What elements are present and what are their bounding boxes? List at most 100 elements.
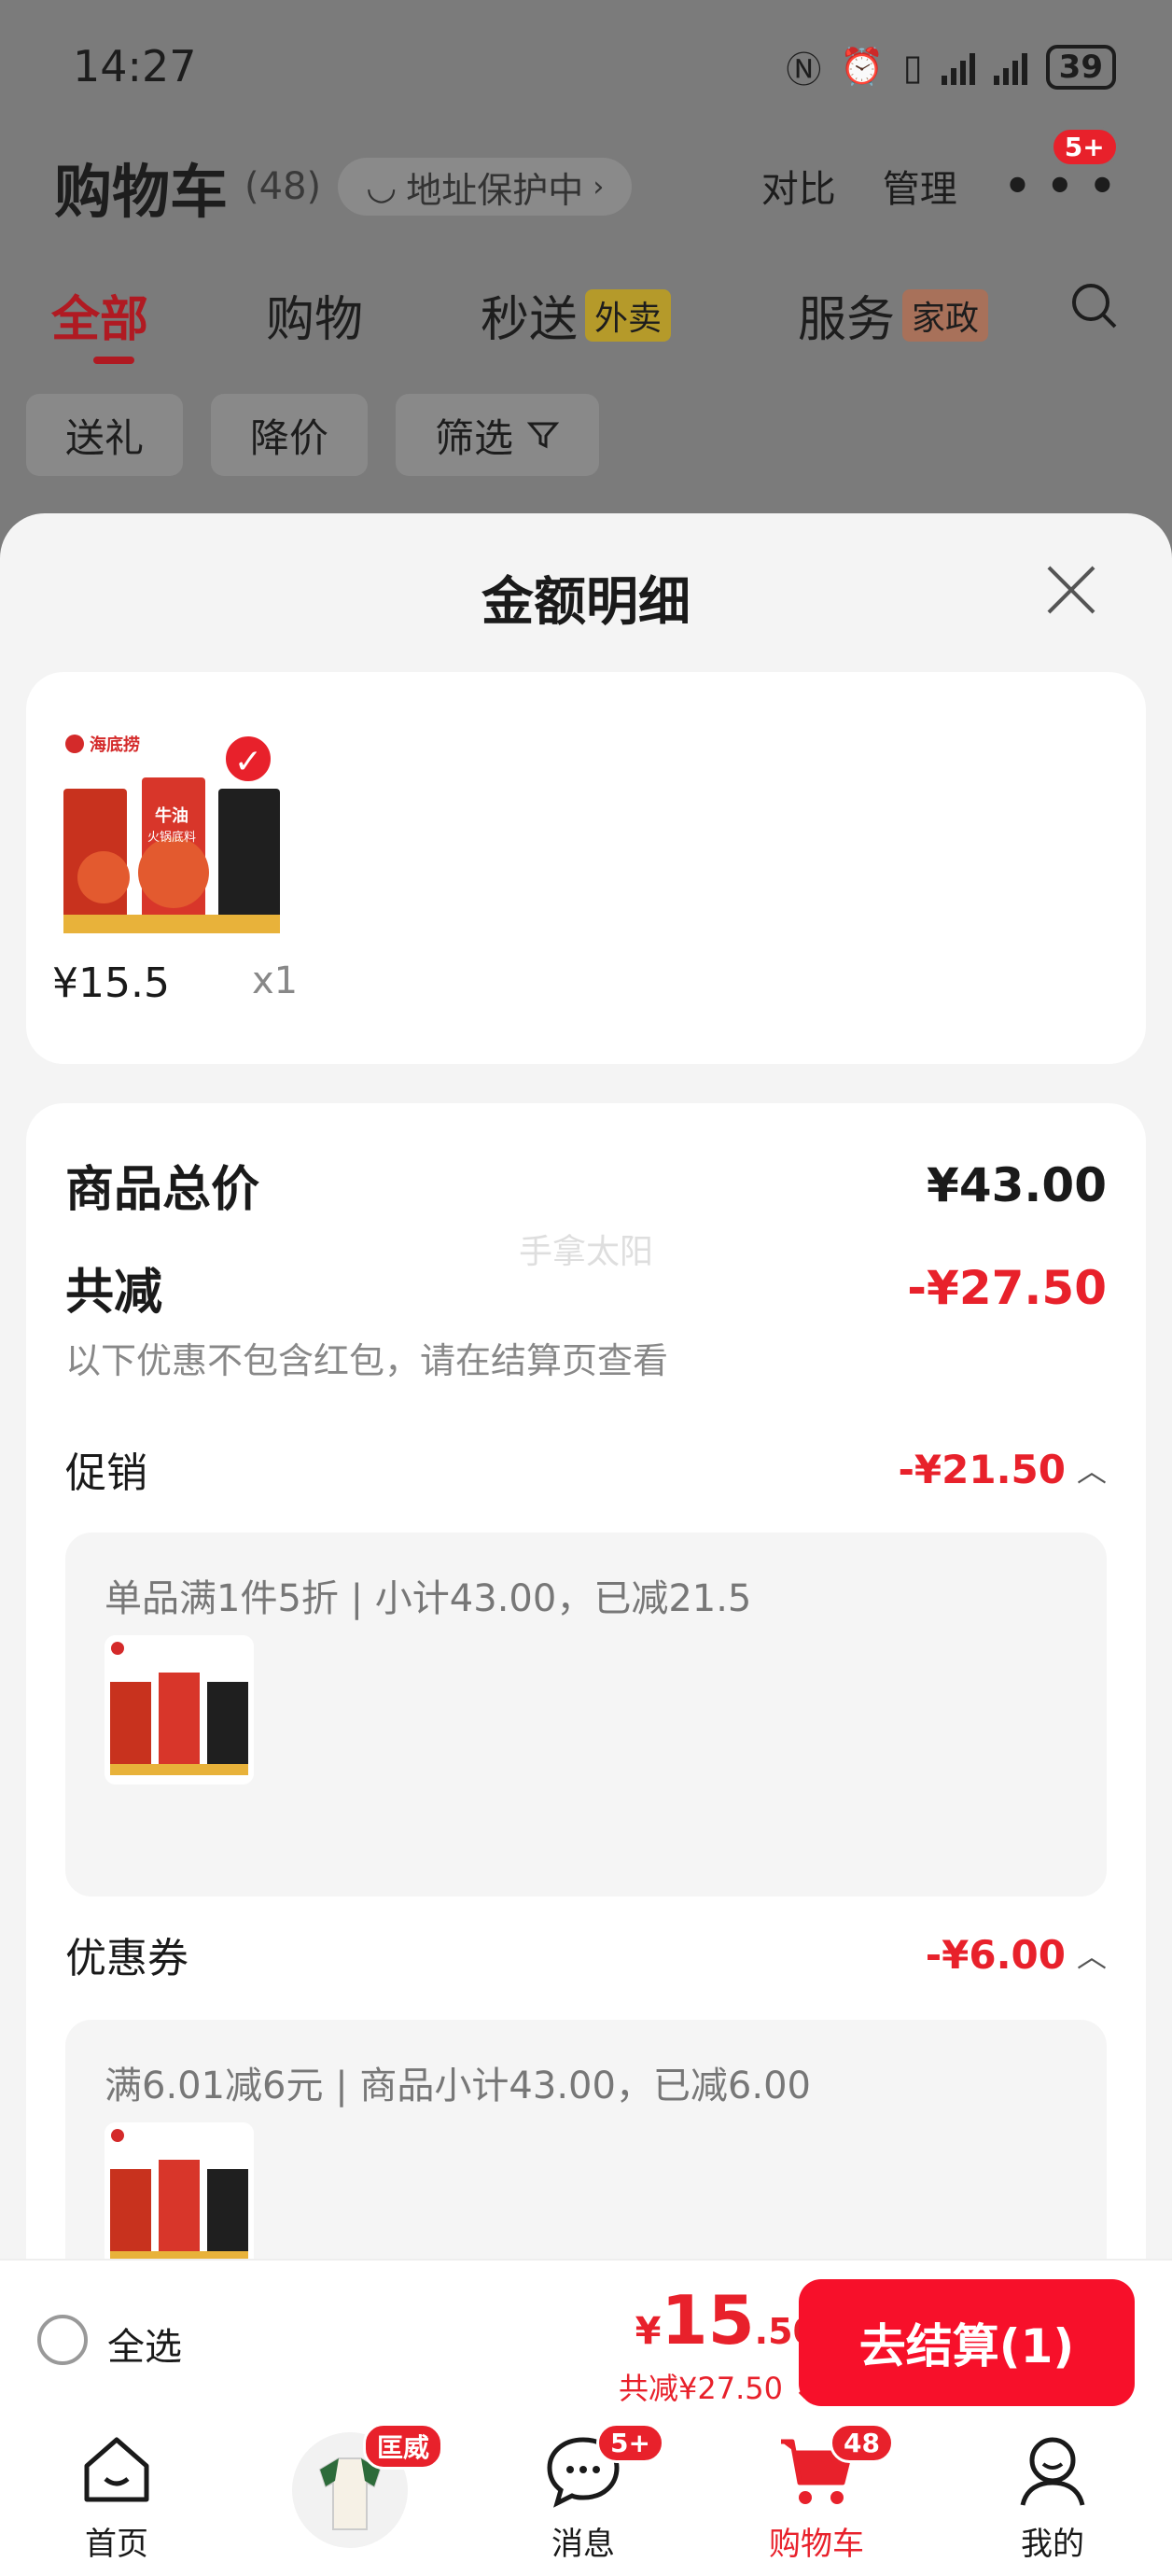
- svg-text:火锅底料: 火锅底料: [147, 830, 196, 845]
- status-time: 14:27: [73, 41, 197, 91]
- profile-icon: [1012, 2429, 1094, 2511]
- address-protection-label: 地址保护中: [406, 169, 584, 211]
- nav-cart-label: 购物车: [769, 2526, 864, 2563]
- filter-price-drop[interactable]: 降价: [211, 394, 369, 476]
- header-actions: 对比 管理 • • • 5+: [761, 127, 1119, 213]
- cart-badge: 48: [830, 2423, 894, 2463]
- more-dots-icon: • • •: [1003, 161, 1116, 211]
- housekeeping-tag: 家政: [902, 288, 989, 342]
- nav-mine-label: 我的: [1021, 2526, 1084, 2563]
- cart-count: (48): [244, 165, 322, 208]
- selected-check-icon[interactable]: ✓: [222, 733, 274, 785]
- tab-shopping[interactable]: 购物: [266, 280, 363, 350]
- promo-product-thumbnail: [105, 1635, 254, 1785]
- promo-value-group: -¥21.50 ︿: [898, 1447, 1107, 1492]
- cart-icon: 48: [775, 2423, 894, 2511]
- signal-icon-2: [993, 49, 1027, 85]
- total-saved-label: 共减¥27.50: [619, 2371, 784, 2406]
- goods-total-value: ¥43.00: [927, 1157, 1107, 1212]
- category-tabs: 全部 购物 秒送 外卖 服务 家政: [51, 280, 1124, 364]
- filter-chips: 送礼 降价 筛选: [26, 394, 600, 476]
- tab-service[interactable]: 服务 家政: [798, 280, 989, 350]
- search-icon[interactable]: [1068, 280, 1121, 332]
- tab-service-label: 服务: [798, 292, 896, 348]
- bottom-nav: 首页 匡威 5+ 消息 48 购物车 我的: [0, 2417, 1172, 2576]
- select-all-radio[interactable]: [37, 2315, 88, 2365]
- ad-product-image: 匡威: [292, 2423, 444, 2548]
- coupon-row[interactable]: 优惠券 -¥6.00 ︿: [65, 1925, 1107, 1984]
- alarm-icon: ⏰: [840, 46, 885, 87]
- status-bar: 14:27 Ⓝ ⏰ ▯ 39: [0, 0, 1172, 131]
- promo-value: -¥21.50: [898, 1446, 1066, 1492]
- filter-label: 筛选: [435, 414, 514, 461]
- select-all-label[interactable]: 全选: [107, 2317, 182, 2371]
- tab-underline: [93, 357, 134, 364]
- filter-button[interactable]: 筛选: [396, 394, 600, 476]
- svg-text:牛油: 牛油: [155, 805, 188, 826]
- tab-all[interactable]: 全部: [51, 280, 148, 350]
- ad-badge: 匡威: [363, 2423, 444, 2470]
- nfc-icon: Ⓝ: [786, 49, 822, 91]
- chevron-up-icon[interactable]: ︿: [1077, 1448, 1107, 1491]
- smile-icon: ◡: [366, 166, 398, 207]
- filter-gift[interactable]: 送礼: [26, 394, 184, 476]
- coupon-label: 优惠券: [65, 1935, 188, 1982]
- total-price: ¥ 15 .50: [619, 2281, 817, 2359]
- coupon-detail-box: 满6.01减6元 | 商品小计43.00，已减6.00: [65, 2020, 1107, 2259]
- total-saved[interactable]: 共减¥27.50 ⌄: [619, 2365, 817, 2408]
- nav-messages-label: 消息: [551, 2526, 615, 2563]
- checkout-button[interactable]: 去结算(1): [799, 2279, 1135, 2406]
- signal-icon: [941, 49, 975, 85]
- messages-badge: 5+: [596, 2423, 664, 2463]
- discount-total-label: 共减: [65, 1265, 163, 1321]
- amount-detail-sheet: 金额明细 海底捞 牛油 火锅底料 ✓ ¥15.5 x1 手拿太阳 商品总价 ¥4…: [0, 513, 1172, 2259]
- nav-mine[interactable]: 我的: [959, 2429, 1146, 2564]
- status-icons: Ⓝ ⏰ ▯ 39: [786, 41, 1116, 92]
- promo-detail-box: 单品满1件5折 | 小计43.00，已减21.5: [65, 1533, 1107, 1897]
- close-icon[interactable]: [1043, 562, 1099, 618]
- promo-row[interactable]: 促销 -¥21.50 ︿: [65, 1439, 1107, 1499]
- tab-flash[interactable]: 秒送 外卖: [481, 280, 672, 350]
- total-block: ¥ 15 .50 共减¥27.50 ⌄: [619, 2281, 817, 2408]
- more-button[interactable]: • • • 5+: [1003, 127, 1119, 211]
- cart-page-background: 14:27 Ⓝ ⏰ ▯ 39 购物车 (48) ◡ 地址保护中 › 对比 管理 …: [0, 0, 1172, 560]
- price-breakdown-card: 手拿太阳 商品总价 ¥43.00 共减 -¥27.50 以下优惠不包含红包，请在…: [26, 1103, 1146, 2259]
- page-title: 购物车: [54, 158, 229, 226]
- message-icon: 5+: [542, 2423, 664, 2511]
- coupon-value: -¥6.00: [925, 1931, 1066, 1978]
- goods-total-label: 商品总价: [65, 1162, 260, 1218]
- nav-ad[interactable]: 匡威: [257, 2423, 444, 2548]
- address-protection-pill[interactable]: ◡ 地址保护中 ›: [338, 158, 633, 216]
- brand-logo-text: 海底捞: [90, 735, 140, 755]
- nav-cart[interactable]: 48 购物车: [723, 2423, 910, 2564]
- sheet-title: 金额明细: [481, 572, 691, 633]
- checkout-bar: 全选 ¥ 15 .50 共减¥27.50 ⌄ 去结算(1): [0, 2259, 1172, 2417]
- takeout-tag: 外卖: [585, 288, 672, 342]
- coupon-detail-text: 满6.01减6元 | 商品小计43.00，已减6.00: [105, 2065, 811, 2107]
- chevron-up-icon[interactable]: ︿: [1077, 1933, 1107, 1976]
- price-symbol: ¥: [635, 2310, 662, 2353]
- nav-home[interactable]: 首页: [23, 2429, 210, 2564]
- promo-detail-text: 单品满1件5折 | 小计43.00，已减21.5: [105, 1577, 752, 1620]
- coupon-product-thumbnail: [105, 2122, 254, 2259]
- product-quantity: x1: [252, 959, 299, 1002]
- manage-button[interactable]: 管理: [883, 159, 957, 213]
- chevron-right-icon: ›: [593, 170, 605, 203]
- product-card: 海底捞 牛油 火锅底料 ✓ ¥15.5 x1: [26, 672, 1146, 1064]
- nav-messages[interactable]: 5+ 消息: [490, 2423, 677, 2564]
- product-price: ¥15.5: [52, 959, 170, 1007]
- coupon-value-group: -¥6.00 ︿: [926, 1932, 1107, 1978]
- vibrate-icon: ▯: [902, 46, 923, 88]
- nav-home-label: 首页: [85, 2526, 148, 2563]
- discount-note: 以下优惠不包含红包，请在结算页查看: [65, 1340, 669, 1381]
- tab-flash-label: 秒送: [481, 292, 579, 348]
- home-icon: [76, 2429, 158, 2511]
- funnel-icon: [526, 422, 560, 449]
- goods-total-row: 商品总价 ¥43.00: [65, 1150, 1107, 1220]
- discount-total-value: -¥27.50: [907, 1260, 1107, 1315]
- discount-total-row: 共减 -¥27.50: [65, 1253, 1107, 1323]
- compare-button[interactable]: 对比: [761, 159, 836, 213]
- battery-icon: 39: [1045, 44, 1116, 90]
- more-badge: 5+: [1050, 127, 1119, 167]
- promo-label: 促销: [65, 1449, 147, 1497]
